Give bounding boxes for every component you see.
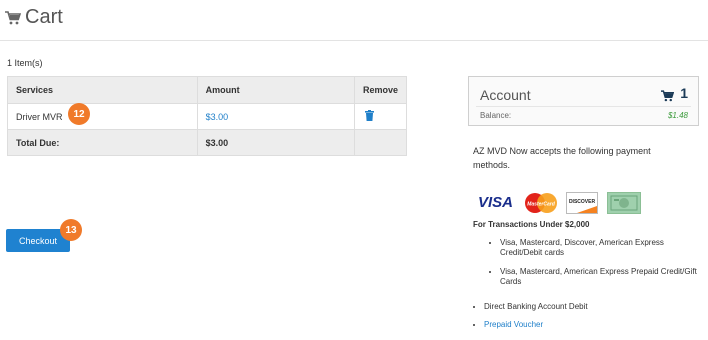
service-name: Driver MVR xyxy=(7,103,198,130)
table-header-row: Services Amount Remove xyxy=(7,76,408,104)
payment-intro: AZ MVD Now accepts the following payment… xyxy=(473,146,651,170)
page-title: Cart xyxy=(25,6,63,28)
service-amount: $3.00 xyxy=(196,103,355,130)
total-row: Total Due: $3.00 xyxy=(7,129,408,156)
account-title: Account xyxy=(480,87,531,103)
list-item: Visa, Mastercard, American Express Prepa… xyxy=(500,267,700,287)
amex-logo xyxy=(607,192,641,214)
page-header: Cart xyxy=(0,0,708,41)
account-card: Account 1 Balance: $1.48 xyxy=(468,76,699,126)
amount-link[interactable]: $3.00 xyxy=(206,112,229,122)
trash-icon[interactable] xyxy=(364,110,374,123)
list-item: Direct Banking Account Debit xyxy=(484,302,684,312)
svg-text:DISCOVER: DISCOVER xyxy=(569,199,596,205)
list-item: Visa, Mastercard, Discover, American Exp… xyxy=(500,238,700,258)
total-value: $3.00 xyxy=(196,129,355,156)
list-item: Prepaid Voucher xyxy=(484,320,684,330)
transactions-under-title: For Transactions Under $2,000 xyxy=(473,220,590,229)
svg-text:MasterCard: MasterCard xyxy=(527,202,555,208)
prepaid-voucher-link[interactable]: Prepaid Voucher xyxy=(484,320,543,329)
account-cart-count: 1 xyxy=(680,85,688,101)
services-table: Services Amount Remove Driver MVR $3.00 … xyxy=(7,76,408,156)
balance-label: Balance: xyxy=(480,111,512,120)
column-header-remove: Remove xyxy=(353,76,408,104)
account-cart-icon[interactable] xyxy=(661,89,675,107)
balance-value: $1.48 xyxy=(667,111,688,120)
remove-cell xyxy=(353,103,408,130)
item-count: 1 Item(s) xyxy=(7,58,43,68)
account-divider xyxy=(476,106,691,107)
mastercard-logo: MasterCard xyxy=(522,192,560,214)
step-badge-13: 13 xyxy=(60,219,82,241)
cart-icon xyxy=(5,11,22,30)
total-empty-cell xyxy=(353,129,408,156)
visa-logo: VISA xyxy=(478,194,514,211)
step-badge-12: 12 xyxy=(68,103,90,125)
discover-logo: DISCOVER xyxy=(566,192,598,214)
total-label: Total Due: xyxy=(7,129,198,156)
column-header-services: Services xyxy=(7,76,198,104)
payment-methods-list: Direct Banking Account Debit Prepaid Vou… xyxy=(470,302,684,338)
column-header-amount: Amount xyxy=(196,76,355,104)
card-options-list: Visa, Mastercard, Discover, American Exp… xyxy=(470,238,700,296)
